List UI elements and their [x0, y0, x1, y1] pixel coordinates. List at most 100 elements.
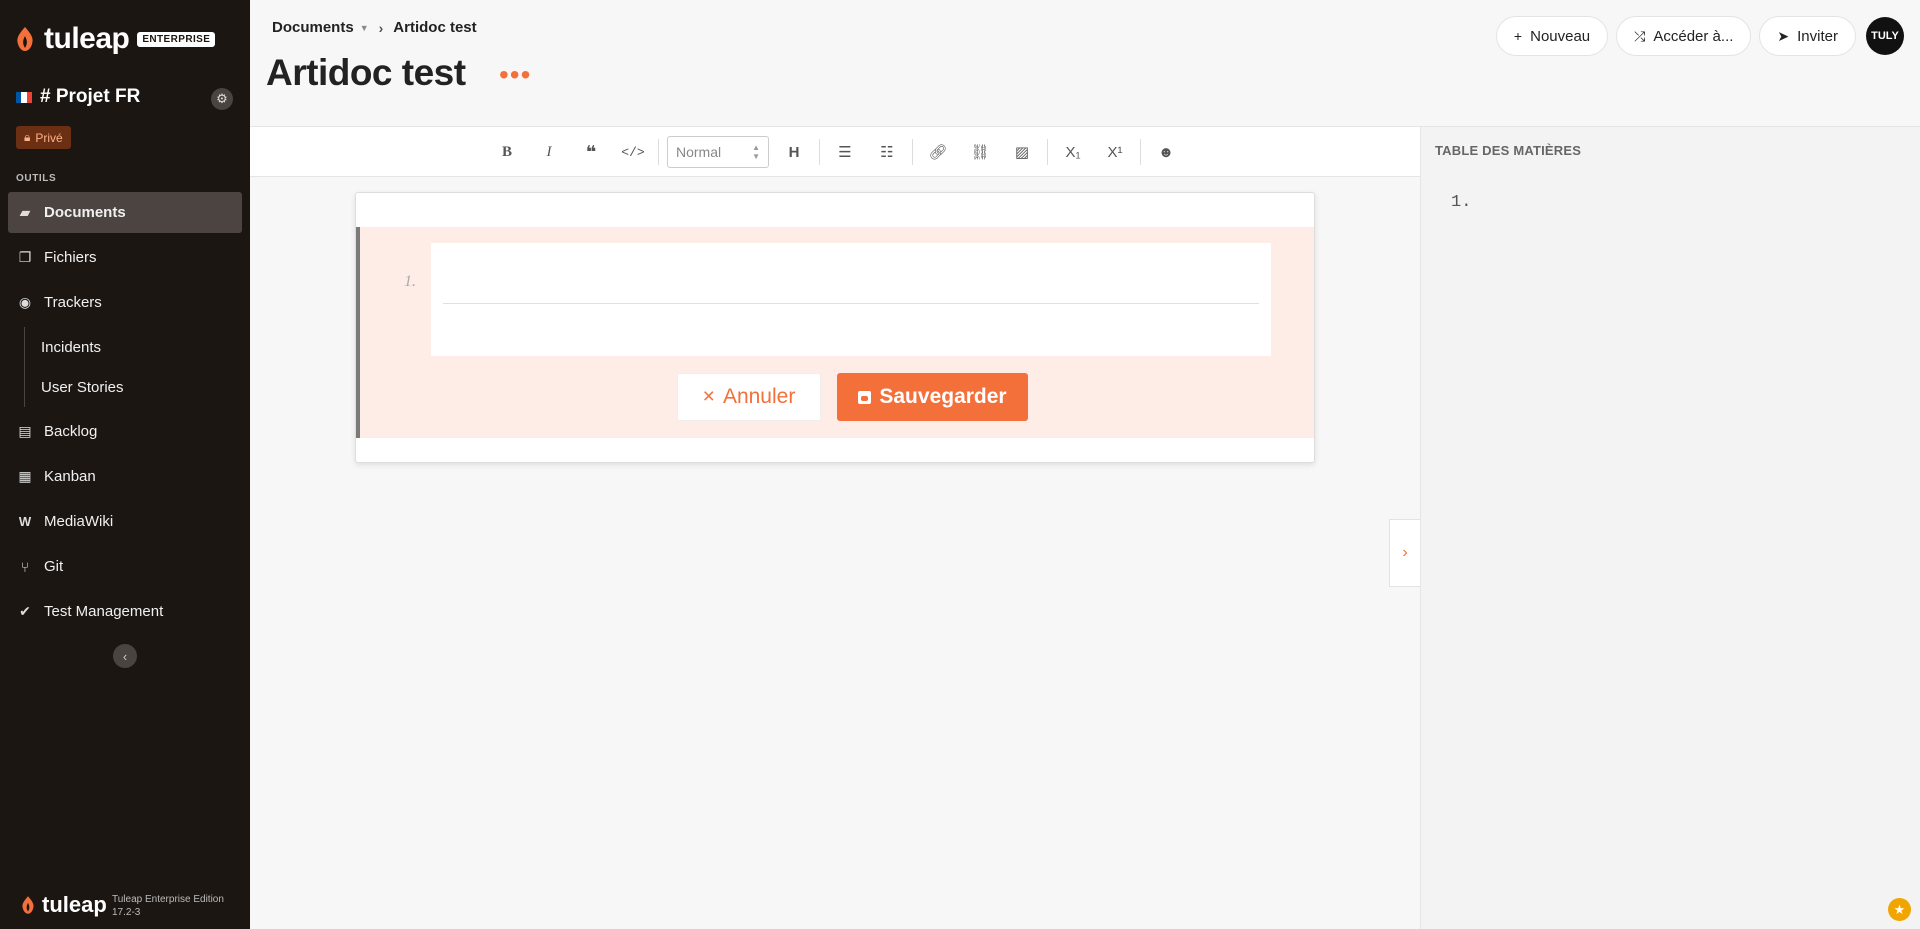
heading-icon[interactable]: H: [773, 135, 815, 169]
sidebar-item-git[interactable]: ⑂ Git: [8, 546, 242, 587]
sidebar-item-label: MediaWiki: [44, 513, 114, 530]
text-format-value: Normal: [676, 144, 722, 160]
sidebar-item-label: Git: [44, 558, 64, 575]
check-double-icon: ✔: [19, 603, 31, 619]
sidebar-item-label: Backlog: [44, 423, 98, 440]
toc-title: TABLE DES MATIÈRES: [1435, 143, 1582, 158]
footer-version-info: Tuleap Enterprise Edition 17.2-3: [112, 893, 224, 919]
edition-badge: ENTERPRISE: [137, 31, 216, 47]
star-badge-icon[interactable]: ★: [1888, 898, 1911, 921]
breadcrumb-current[interactable]: Artidoc test: [393, 19, 476, 36]
new-button[interactable]: + Nouveau: [1495, 16, 1609, 56]
privacy-badge[interactable]: 🔒︎ Privé: [16, 126, 71, 149]
superscript-icon[interactable]: X¹: [1094, 135, 1136, 169]
sidebar-item-label: Incidents: [41, 338, 102, 356]
sidebar-item-label: Fichiers: [44, 249, 97, 266]
sidebar-item-kanban[interactable]: ▦ Kanban: [8, 456, 242, 497]
toolbar-divider: [912, 139, 913, 165]
toolbar-divider: [1140, 139, 1141, 165]
section-editor-input[interactable]: [431, 243, 1271, 356]
sidebar-item-label: Documents: [44, 204, 126, 221]
cancel-button-label: Annuler: [722, 385, 796, 408]
blockquote-icon[interactable]: ❝: [570, 135, 612, 169]
sidebar-item-mediawiki[interactable]: W MediaWiki: [8, 501, 242, 542]
tuleap-logo[interactable]: tuleap ENTERPRISE: [14, 22, 216, 56]
sidebar-item-fichiers[interactable]: ❐ Fichiers: [8, 237, 242, 278]
section-editing: 1. × Annuler Sauvegarder: [356, 227, 1314, 438]
footer-logo[interactable]: tuleap: [20, 892, 107, 918]
sidebar-item-label: Kanban: [44, 468, 96, 485]
new-button-label: Nouveau: [1530, 27, 1591, 45]
sidebar-item-backlog[interactable]: ▤ Backlog: [8, 411, 242, 452]
italic-icon[interactable]: I: [528, 135, 570, 169]
backlog-icon: ▤: [18, 423, 32, 439]
footer-version: 17.2-3: [112, 907, 141, 918]
user-avatar[interactable]: TULY: [1866, 17, 1904, 55]
document-editor: B I ❝ </> Normal ▲ ▼ H ☰ ☷ 🔗︎ ⛓ ▨ X₁ X¹ ☻: [250, 126, 1420, 929]
top-actions: + Nouveau ⤮ Accéder à... ➤ Inviter TULY: [1495, 16, 1904, 56]
toolbar-tools: B I ❝ </> Normal ▲ ▼ H ☰ ☷ 🔗︎ ⛓ ▨ X₁ X¹ ☻: [486, 135, 1187, 169]
sidebar-item-user-stories[interactable]: User Stories: [24, 367, 242, 407]
text-format-select[interactable]: Normal ▲ ▼: [667, 136, 769, 168]
sidebar-item-documents[interactable]: ▰ Documents: [8, 192, 242, 233]
sidebar: tuleap ENTERPRISE # Projet FR ⚙ 🔒︎ Privé…: [0, 0, 250, 929]
floppy-save-icon: [858, 390, 872, 404]
logo-wordmark: tuleap: [44, 22, 130, 55]
bullet-list-icon[interactable]: ☰: [824, 135, 866, 169]
invite-button-label: Inviter: [1797, 27, 1838, 45]
editor-toolbar: B I ❝ </> Normal ▲ ▼ H ☰ ☷ 🔗︎ ⛓ ▨ X₁ X¹ ☻: [250, 127, 1420, 177]
switch-to-button[interactable]: ⤮ Accéder à...: [1616, 16, 1752, 56]
close-icon: ×: [702, 385, 715, 408]
code-icon[interactable]: </>: [612, 135, 654, 169]
image-icon[interactable]: ▨: [1001, 135, 1043, 169]
project-settings-gear-icon[interactable]: ⚙: [211, 88, 233, 110]
tools-section-label: OUTILS: [16, 173, 57, 184]
save-button[interactable]: Sauvegarder: [837, 373, 1028, 421]
invite-button[interactable]: ➤ Inviter: [1759, 16, 1856, 56]
toc-toggle-chevron-right-icon[interactable]: ›: [1389, 519, 1420, 587]
breadcrumb-documents[interactable]: Documents: [272, 19, 354, 36]
cancel-button[interactable]: × Annuler: [677, 373, 821, 421]
kanban-icon: ▦: [18, 468, 32, 484]
project-name[interactable]: # Projet FR: [16, 86, 140, 108]
collapse-sidebar-chevron-left-icon[interactable]: ‹: [113, 644, 137, 668]
sidebar-item-test-management[interactable]: ✔ Test Management: [8, 591, 242, 632]
footer-wordmark: tuleap: [42, 892, 107, 917]
project-title: # Projet FR: [40, 86, 141, 107]
save-button-label: Sauvegarder: [879, 385, 1007, 408]
breadcrumb: Documents ▼ › Artidoc test: [272, 19, 477, 36]
toc-item[interactable]: 1.: [1451, 193, 1471, 212]
paper-plane-icon: ➤: [1777, 27, 1790, 44]
sidebar-item-label: Trackers: [44, 294, 102, 311]
bold-icon[interactable]: B: [486, 135, 528, 169]
footer-edition: Tuleap Enterprise Edition: [112, 894, 224, 905]
tuleap-flame-icon: [22, 896, 34, 914]
link-icon[interactable]: 🔗︎: [917, 135, 959, 169]
table-of-contents: TABLE DES MATIÈRES 1.: [1420, 126, 1920, 929]
ordered-list-icon[interactable]: ☷: [866, 135, 908, 169]
unlink-icon[interactable]: ⛓: [959, 135, 1001, 169]
page-title: Artidoc test: [266, 52, 466, 93]
privacy-label: Privé: [35, 130, 63, 145]
toolbar-divider: [658, 139, 659, 165]
trackers-icon: ◉: [18, 294, 32, 310]
plus-icon: +: [1513, 28, 1523, 44]
sidebar-item-incidents[interactable]: Incidents: [24, 327, 242, 367]
emoji-icon[interactable]: ☻: [1145, 135, 1187, 169]
lock-icon: 🔒︎: [24, 130, 31, 144]
more-options-ellipsis-icon[interactable]: •••: [499, 61, 531, 89]
shuffle-icon: ⤮: [1634, 27, 1646, 44]
sidebar-nav: ▰ Documents ❐ Fichiers ◉ Trackers Incide…: [8, 192, 242, 636]
section-number: 1.: [404, 273, 416, 290]
chevron-right-icon: ›: [378, 19, 384, 36]
toolbar-divider: [819, 139, 820, 165]
caret-down-icon[interactable]: ▼: [360, 23, 369, 33]
title-description-divider: [443, 303, 1259, 304]
sidebar-item-trackers[interactable]: ◉ Trackers: [8, 282, 242, 323]
sidebar-item-label: User Stories: [41, 378, 124, 396]
toolbar-divider: [1047, 139, 1048, 165]
sidebar-item-label: Test Management: [44, 603, 164, 620]
tuleap-flame-icon: [17, 27, 33, 51]
document-card: 1. × Annuler Sauvegarder: [355, 192, 1315, 463]
subscript-icon[interactable]: X₁: [1052, 135, 1094, 169]
